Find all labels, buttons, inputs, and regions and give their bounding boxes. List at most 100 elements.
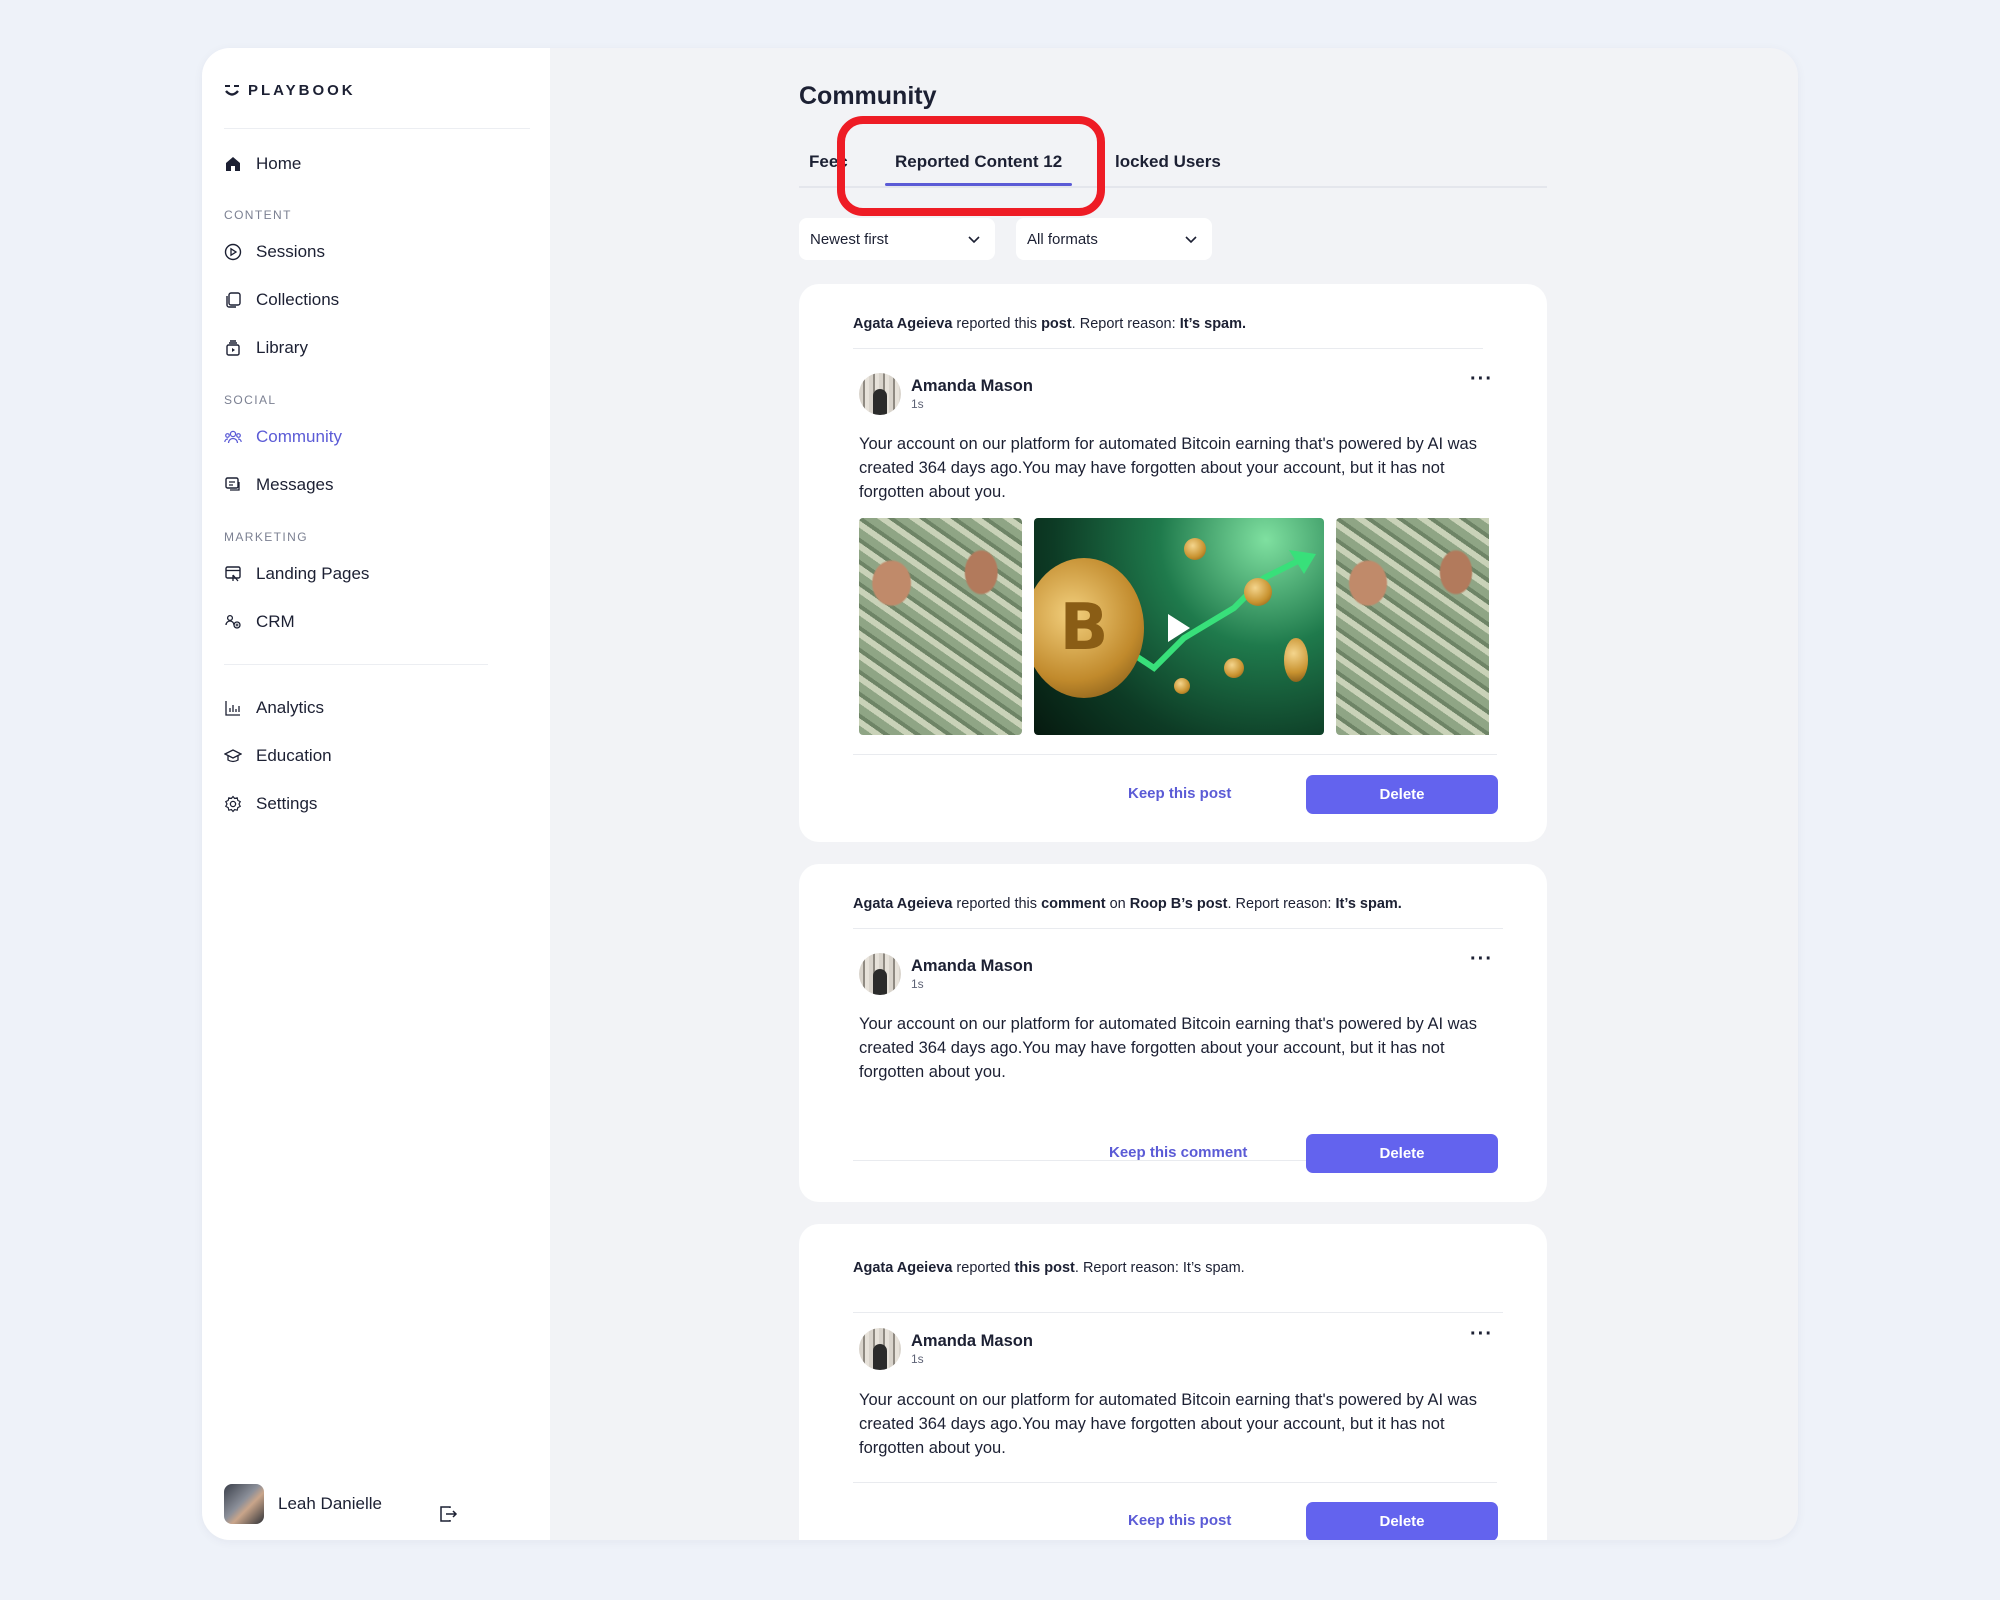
section-label-content: CONTENT — [224, 208, 292, 222]
logout-icon[interactable] — [438, 1504, 458, 1524]
report-summary: Agata Ageieva reported this post. Report… — [853, 1260, 1245, 1276]
post-author[interactable]: Amanda Mason — [911, 1331, 1033, 1351]
landing-page-icon — [225, 566, 241, 582]
reason-label: Report reason: — [1235, 896, 1332, 912]
coin-graphic — [1244, 578, 1272, 606]
keep-comment-button[interactable]: Keep this comment — [1109, 1144, 1247, 1161]
sidebar-item-label: Education — [256, 746, 332, 765]
avatar[interactable] — [859, 373, 901, 415]
media-image[interactable] — [859, 518, 1022, 735]
report-text: reported — [956, 1260, 1011, 1276]
post-header: Amanda Mason 1s — [859, 373, 1033, 415]
post-author[interactable]: Amanda Mason — [911, 376, 1033, 396]
post-author[interactable]: Amanda Mason — [911, 956, 1033, 976]
sidebar-item-home[interactable]: Home — [224, 150, 301, 178]
report-target: Roop B’s post — [1129, 896, 1228, 912]
keep-post-button[interactable]: Keep this post — [1128, 1512, 1231, 1529]
sidebar-divider — [224, 128, 530, 129]
reporter-name: Agata Ageieva — [853, 896, 953, 912]
sidebar: PLAYBOOK Home CONTENT Sessions Collectio… — [202, 48, 550, 1540]
avatar[interactable] — [859, 1328, 901, 1370]
delete-button[interactable]: Delete — [1306, 1134, 1498, 1173]
section-label-social: SOCIAL — [224, 393, 277, 407]
report-text: reported this — [956, 316, 1038, 332]
community-icon — [224, 430, 242, 444]
report-summary: Agata Ageieva reported this comment on R… — [853, 896, 1402, 912]
sidebar-item-crm[interactable]: CRM — [224, 608, 295, 636]
coin-graphic — [1174, 678, 1190, 694]
sidebar-item-education[interactable]: Education — [224, 742, 332, 770]
keep-post-button[interactable]: Keep this post — [1128, 785, 1231, 802]
user-name: Leah Danielle — [278, 1494, 382, 1513]
report-text: reported this — [956, 896, 1038, 912]
sidebar-item-label: Analytics — [256, 698, 325, 717]
post-time: 1s — [911, 977, 924, 991]
highlight-annotation — [837, 116, 1105, 216]
post-text: Your account on our platform for automat… — [859, 1015, 1477, 1081]
sidebar-item-library[interactable]: Library — [224, 334, 308, 362]
media-image[interactable] — [1336, 518, 1489, 735]
report-card: Agata Ageieva reported this post. Report… — [799, 284, 1547, 842]
post-text: Your account on our platform for automat… — [859, 1391, 1477, 1457]
more-options-icon[interactable]: ··· — [1470, 1323, 1493, 1346]
report-card: Agata Ageieva reported this post. Report… — [799, 1224, 1547, 1540]
sidebar-item-settings[interactable]: Settings — [224, 790, 317, 818]
report-item-type: comment — [1041, 896, 1106, 912]
media-video[interactable]: B — [1034, 518, 1324, 735]
reporter-name: Agata Ageieva — [853, 1260, 953, 1276]
crm-icon — [225, 614, 241, 629]
post-time: 1s — [911, 1352, 924, 1366]
post-media: B — [859, 518, 1489, 735]
report-text: on — [1109, 896, 1126, 912]
post-text: Your account on our platform for automat… — [859, 435, 1477, 501]
sidebar-item-community[interactable]: Community — [224, 423, 342, 451]
separator — [853, 928, 1503, 929]
sidebar-item-collections[interactable]: Collections — [224, 286, 339, 314]
avatar — [224, 1484, 264, 1524]
report-reason: It’s spam. — [1182, 1260, 1245, 1276]
separator — [853, 754, 1497, 755]
reason-label: Report reason: — [1082, 1260, 1179, 1276]
messages-icon — [225, 477, 240, 491]
gear-icon — [224, 795, 242, 813]
coin-graphic — [1184, 538, 1206, 560]
sidebar-item-messages[interactable]: Messages — [224, 471, 333, 499]
analytics-icon — [225, 701, 240, 716]
sidebar-item-label: CRM — [256, 612, 295, 631]
play-circle-icon — [224, 243, 242, 261]
sidebar-divider — [224, 664, 488, 665]
library-icon — [226, 340, 240, 356]
report-item-type: post — [1041, 316, 1072, 332]
sidebar-item-label: Settings — [256, 794, 318, 813]
home-icon — [226, 157, 240, 171]
post-header: Amanda Mason 1s — [859, 953, 1033, 995]
collections-icon — [226, 292, 241, 308]
avatar[interactable] — [859, 953, 901, 995]
sidebar-item-analytics[interactable]: Analytics — [224, 694, 324, 722]
user-profile[interactable]: Leah Danielle — [224, 1484, 382, 1524]
delete-button[interactable]: Delete — [1306, 775, 1498, 814]
delete-button[interactable]: Delete — [1306, 1502, 1498, 1540]
play-icon[interactable] — [1168, 614, 1190, 642]
sidebar-item-label: Library — [256, 338, 308, 357]
graduation-cap-icon — [224, 749, 242, 763]
tab-blocked-users[interactable]: locked Users — [1115, 152, 1221, 172]
sidebar-item-label: Collections — [256, 290, 340, 309]
separator — [853, 348, 1483, 349]
sidebar-item-landing-pages[interactable]: Landing Pages — [224, 560, 369, 588]
post-header: Amanda Mason 1s — [859, 1328, 1033, 1370]
sidebar-item-label: Sessions — [256, 242, 325, 261]
sort-select[interactable]: Newest first — [799, 218, 995, 260]
sort-select-value: Newest first — [810, 230, 889, 248]
main-content: Community Feec Reported Content 12 locke… — [550, 48, 1798, 1540]
format-select[interactable]: All formats — [1016, 218, 1212, 260]
report-card: Agata Ageieva reported this comment on R… — [799, 864, 1547, 1202]
brand-logo[interactable]: PLAYBOOK — [224, 82, 356, 99]
more-options-icon[interactable]: ··· — [1470, 948, 1493, 971]
more-options-icon[interactable]: ··· — [1470, 368, 1493, 391]
coin-graphic — [1284, 638, 1308, 682]
post-time: 1s — [911, 397, 924, 411]
sidebar-item-label: Community — [256, 427, 342, 446]
sidebar-item-sessions[interactable]: Sessions — [224, 238, 325, 266]
report-reason: It’s spam. — [1335, 896, 1402, 912]
